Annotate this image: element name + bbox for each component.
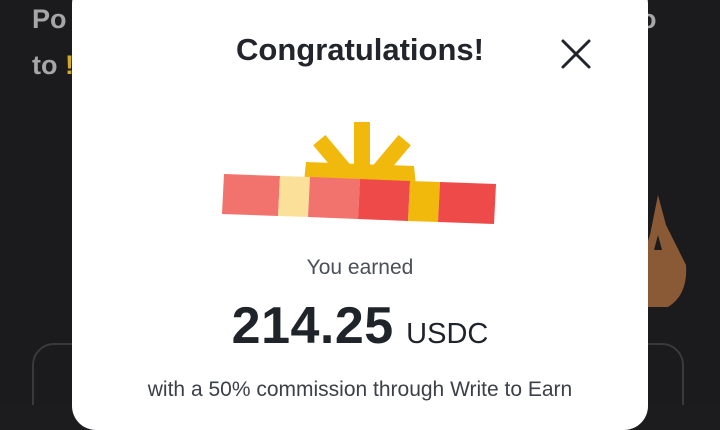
gift-icon (222, 122, 496, 224)
close-icon (561, 39, 591, 69)
reward-modal: Congratulations! You earned 214.25 USDC … (72, 0, 648, 430)
commission-text: with a 50% commission through Write to E… (147, 378, 573, 401)
amount-currency: USDC (406, 318, 489, 350)
earned-label: You earned (306, 256, 414, 279)
amount-value: 214.25 (231, 297, 394, 355)
earned-amount: 214.25 USDC (72, 296, 648, 356)
background-heading-line-1: Po (32, 4, 67, 34)
close-button[interactable] (556, 34, 596, 74)
background-heading-line-2: to ! (32, 50, 74, 80)
